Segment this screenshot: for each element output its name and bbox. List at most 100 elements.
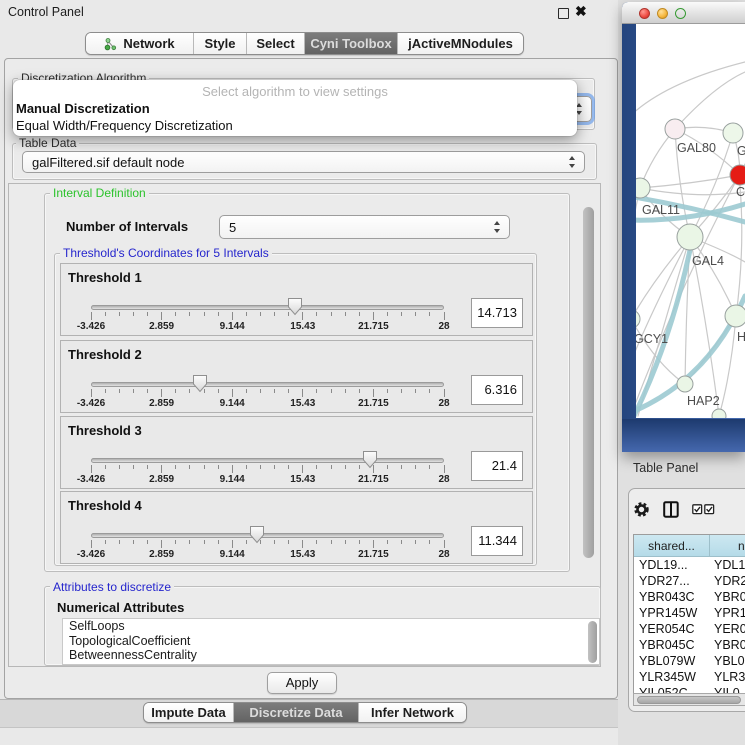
slider-tick xyxy=(161,389,162,397)
slider-tick xyxy=(331,312,332,316)
threshold-2-value-field[interactable]: 6.316 xyxy=(471,375,523,405)
tab-infer-network[interactable]: Infer Network xyxy=(359,703,466,722)
network-edge xyxy=(640,175,740,188)
tab-select[interactable]: Select xyxy=(247,33,305,54)
table-hscrollbar[interactable] xyxy=(633,693,745,706)
table-row[interactable]: YBR043CYBR0 xyxy=(634,589,745,605)
column-header-n[interactable]: n xyxy=(710,535,745,557)
tab-network[interactable]: Network xyxy=(86,33,194,54)
slider-tick xyxy=(345,465,346,469)
tab-cyni-toolbox[interactable]: Cyni Toolbox xyxy=(305,33,398,54)
apply-button[interactable]: Apply xyxy=(267,672,337,694)
slider-tick xyxy=(444,465,445,473)
table-row[interactable]: YLR345WYLR3 xyxy=(634,669,745,685)
attribute-item-topologicalcoefficient[interactable]: TopologicalCoefficient xyxy=(63,634,599,649)
threshold-4-slider-thumb[interactable] xyxy=(249,525,265,544)
network-node-gal11[interactable] xyxy=(636,178,650,198)
network-node-hap2[interactable] xyxy=(677,376,693,392)
threshold-3-value-field[interactable]: 21.4 xyxy=(471,451,523,481)
table-row[interactable]: YPR145WYPR1 xyxy=(634,605,745,621)
threshold-1-slider-thumb[interactable] xyxy=(287,297,303,316)
threshold-4-value-field[interactable]: 11.344 xyxy=(471,526,523,556)
num-intervals-combobox[interactable]: 5 xyxy=(219,215,510,239)
minimize-traffic-light-icon[interactable] xyxy=(657,8,668,19)
network-node-gal4[interactable] xyxy=(677,224,703,250)
zoom-traffic-light-icon[interactable] xyxy=(675,8,686,19)
slider-tick xyxy=(189,312,190,316)
gear-icon[interactable] xyxy=(633,501,650,518)
slider-tick xyxy=(232,465,233,473)
num-intervals-value: 5 xyxy=(229,220,236,235)
slider-track[interactable] xyxy=(91,533,444,538)
network-node-c[interactable] xyxy=(730,165,745,185)
split-panel-icon[interactable] xyxy=(663,501,679,518)
close-icon[interactable]: ✖ xyxy=(575,3,587,20)
slider-tick xyxy=(288,540,289,544)
attribute-item-betweennesscentrality[interactable]: BetweennessCentrality xyxy=(63,648,599,663)
table-row[interactable]: YDL19...YDL1 xyxy=(634,557,745,573)
table-row[interactable]: YDR27...YDR2 xyxy=(634,573,745,589)
threshold-label: Threshold 2 xyxy=(68,347,142,362)
tab-label: jActiveMNodules xyxy=(408,36,513,51)
slider-track[interactable] xyxy=(91,382,444,387)
threshold-1-value-field[interactable]: 14.713 xyxy=(471,298,523,328)
threshold-label: Threshold 4 xyxy=(68,498,142,513)
slider-tick xyxy=(274,465,275,469)
table-hscrollbar-thumb[interactable] xyxy=(637,696,741,704)
network-node-gal80[interactable] xyxy=(665,119,685,139)
slider-track[interactable] xyxy=(91,305,444,310)
slider-tick xyxy=(119,389,120,393)
network-node[interactable] xyxy=(712,409,726,418)
close-traffic-light-icon[interactable] xyxy=(639,8,650,19)
attribute-item-selfloops[interactable]: SelfLoops xyxy=(63,619,599,634)
slider-tick xyxy=(415,312,416,316)
table-row[interactable]: YBR045CYBR0 xyxy=(634,637,745,653)
table-data-selected: galFiltered.sif default node xyxy=(32,155,184,170)
threshold-2-panel: Threshold 2-3.4262.8599.14415.4321.71528… xyxy=(60,340,533,413)
slider-tick xyxy=(204,540,205,544)
network-node-gcy1[interactable] xyxy=(636,310,640,328)
cyni-mode-tabs: Impute Data Discretize Data Infer Network xyxy=(143,702,467,723)
column-header-shared[interactable]: shared... xyxy=(634,535,710,557)
slider-tick xyxy=(119,465,120,469)
threshold-3-slider-thumb[interactable] xyxy=(362,450,378,469)
slider-tick-label: 21.715 xyxy=(348,549,398,560)
table-cell: YBL079W xyxy=(634,653,710,669)
select-columns-icon[interactable] xyxy=(692,504,715,515)
slider-tick xyxy=(373,389,374,397)
tab-label: Infer Network xyxy=(371,705,454,720)
tab-style[interactable]: Style xyxy=(194,33,247,54)
threshold-2-slider-thumb[interactable] xyxy=(192,374,208,393)
dropdown-item-equal-width-frequency-discretization[interactable]: Equal Width/Frequency Discretization xyxy=(13,117,577,134)
tab-impute-data[interactable]: Impute Data xyxy=(144,703,234,722)
dropdown-item-manual-discretization[interactable]: Manual Discretization xyxy=(13,100,577,117)
slider-tick xyxy=(133,312,134,316)
slider-tick xyxy=(204,312,205,316)
table-panel-title: Table Panel xyxy=(633,461,698,475)
network-canvas[interactable]: GAL80GACGAL11GAL4GCY1HHAP2 xyxy=(636,24,745,418)
list-scrollbar[interactable] xyxy=(588,621,597,663)
network-node-label: GAL80 xyxy=(677,141,716,155)
slider-tick xyxy=(387,312,388,316)
slider-tick xyxy=(444,312,445,320)
network-node-h[interactable] xyxy=(725,305,745,327)
network-node-ga[interactable] xyxy=(723,123,743,143)
slider-tick xyxy=(260,389,261,393)
float-window-icon[interactable] xyxy=(558,8,569,19)
network-window-titlebar[interactable] xyxy=(622,2,745,24)
num-intervals-label: Number of Intervals xyxy=(66,219,188,234)
tab-discretize-data[interactable]: Discretize Data xyxy=(234,703,359,722)
tab-label: Discretize Data xyxy=(249,705,342,720)
slider-tick-label: 15.43 xyxy=(278,474,328,485)
slider-track[interactable] xyxy=(91,458,444,463)
slider-tick xyxy=(175,465,176,469)
tab-jactivemnodules[interactable]: jActiveMNodules xyxy=(398,33,523,54)
table-row[interactable]: YBL079WYBL0 xyxy=(634,653,745,669)
slider-tick xyxy=(105,389,106,393)
table-row[interactable]: YER054CYER0 xyxy=(634,621,745,637)
settings-scrollbar[interactable] xyxy=(583,207,594,558)
slider-tick xyxy=(119,312,120,316)
attributes-fieldset-title: Attributes to discretize xyxy=(50,580,174,594)
table-data-combobox[interactable]: galFiltered.sif default node xyxy=(22,151,585,173)
network-icon xyxy=(104,37,117,51)
